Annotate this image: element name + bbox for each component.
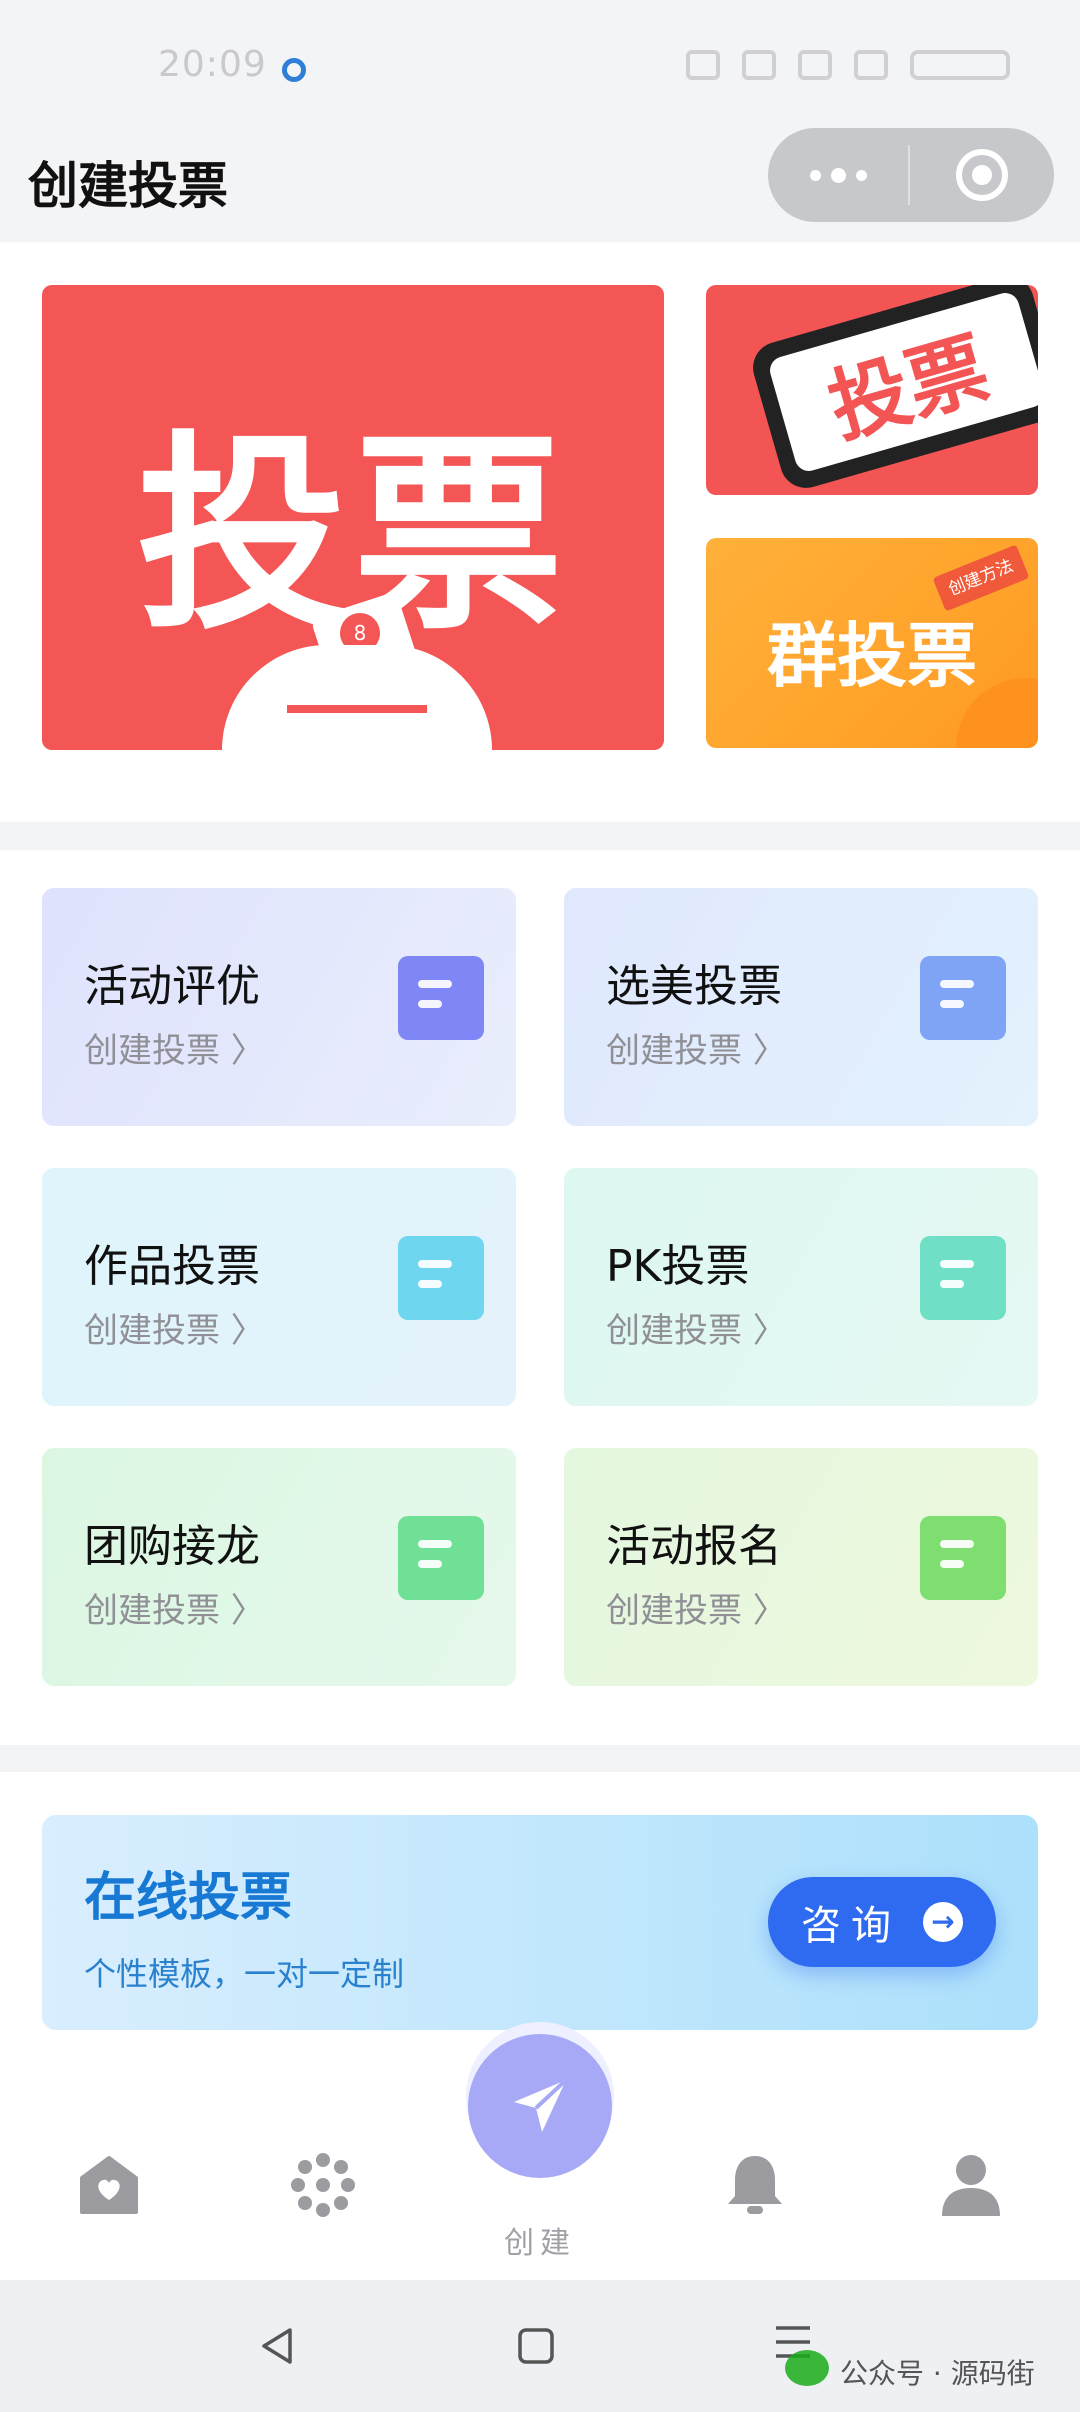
card-create-link[interactable]: 创建投票 〉 — [84, 1583, 265, 1632]
wechat-logo-icon — [785, 2350, 829, 2386]
back-icon[interactable] — [256, 2324, 300, 2368]
wifi-icon — [742, 50, 776, 80]
card-work-vote[interactable]: 作品投票 创建投票 〉 — [42, 1168, 516, 1406]
more-dot-end — [855, 169, 867, 181]
tab-notification-bell-icon[interactable] — [720, 2150, 790, 2220]
more-button[interactable] — [768, 128, 908, 222]
main-vote-banner[interactable]: 投票 8 — [42, 285, 664, 750]
card-beauty-vote[interactable]: 选美投票 创建投票 〉 — [564, 888, 1038, 1126]
card-group-buy[interactable]: 团购接龙 创建投票 〉 — [42, 1448, 516, 1686]
create-fab-button[interactable] — [468, 2034, 612, 2178]
status-time: 20:09 — [158, 44, 267, 85]
tab-profile-icon[interactable] — [936, 2150, 1006, 2220]
send-plane-icon — [514, 2078, 568, 2132]
receipt-icon — [920, 956, 1006, 1040]
notification-icon — [282, 58, 306, 82]
home-square-icon[interactable] — [514, 2324, 558, 2368]
status-icons — [686, 50, 1010, 80]
receipt-icon — [920, 1236, 1006, 1320]
card-title: 作品投票 — [84, 1241, 260, 1292]
card-title: 活动评优 — [84, 961, 260, 1012]
tab-home-heart-icon[interactable] — [74, 2150, 144, 2220]
card-create-link[interactable]: 创建投票 〉 — [606, 1303, 787, 1352]
phone-banner-text: 投票 — [766, 289, 1038, 475]
close-button[interactable] — [910, 149, 1054, 201]
receipt-icon — [398, 956, 484, 1040]
signal-icon — [854, 50, 888, 80]
phone-icon: 投票 — [746, 285, 1038, 495]
card-create-link[interactable]: 创建投票 〉 — [84, 1303, 265, 1352]
sim-icon — [798, 50, 832, 80]
receipt-icon — [398, 1236, 484, 1320]
group-vote-banner[interactable]: 创建方法 群投票 — [706, 538, 1038, 748]
card-title: 选美投票 — [606, 961, 782, 1012]
arrow-right-icon: → — [923, 1902, 963, 1942]
home-status-icon — [686, 50, 720, 80]
online-vote-card: 在线投票 个性模板，一对一定制 咨询 → — [42, 1815, 1038, 2030]
card-create-link[interactable]: 创建投票 〉 — [84, 1023, 265, 1072]
online-subtitle: 个性模板，一对一定制 — [84, 1955, 405, 1993]
ballot-slot — [287, 705, 427, 713]
more-dots-icon — [809, 169, 821, 181]
page-title: 创建投票 — [28, 157, 228, 215]
tab-discover-icon[interactable] — [288, 2150, 358, 2220]
card-title: PK投票 — [606, 1241, 750, 1292]
online-title: 在线投票 — [84, 1868, 293, 1928]
card-create-link[interactable]: 创建投票 〉 — [606, 1583, 787, 1632]
card-activity-award[interactable]: 活动评优 创建投票 〉 — [42, 888, 516, 1126]
mini-program-capsule — [768, 128, 1054, 222]
create-tab-label: 创建 — [504, 2226, 576, 2261]
battery-icon — [910, 50, 1010, 80]
phone-vote-banner[interactable]: 投票 — [706, 285, 1038, 495]
card-pk-vote[interactable]: PK投票 创建投票 〉 — [564, 1168, 1038, 1406]
consult-label: 咨询 — [801, 1903, 901, 1949]
card-title: 团购接龙 — [84, 1521, 260, 1572]
watermark-text: 公众号 · 源码街 — [840, 2357, 1035, 2390]
more-dot-mid — [830, 167, 846, 183]
close-target-icon — [956, 149, 1008, 201]
receipt-icon — [398, 1516, 484, 1600]
card-activity-signup[interactable]: 活动报名 创建投票 〉 — [564, 1448, 1038, 1686]
card-title: 活动报名 — [606, 1521, 782, 1572]
consult-button[interactable]: 咨询 → — [768, 1877, 996, 1967]
card-create-link[interactable]: 创建投票 〉 — [606, 1023, 787, 1072]
receipt-icon — [920, 1516, 1006, 1600]
group-banner-text: 群投票 — [767, 615, 977, 697]
